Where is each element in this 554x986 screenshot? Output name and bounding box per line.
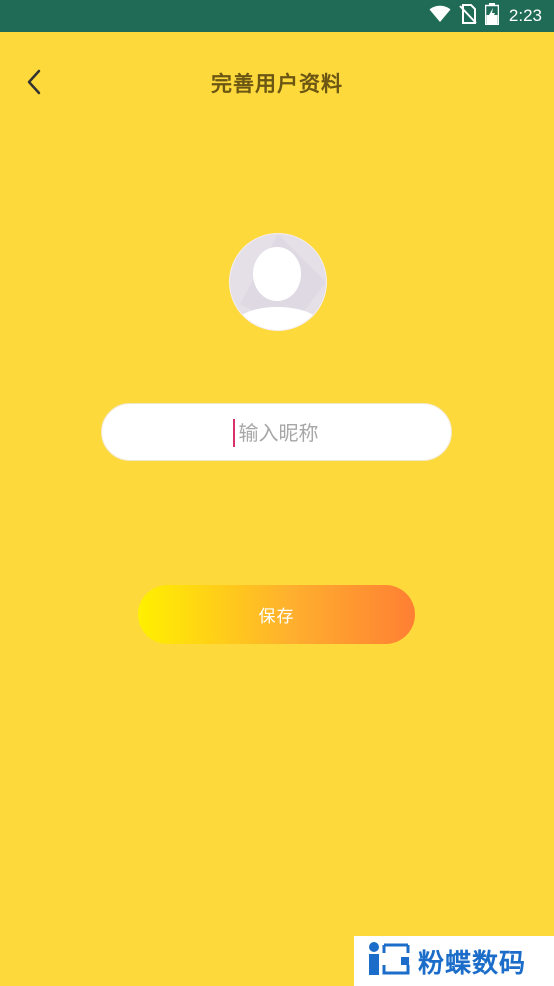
default-avatar-icon	[230, 234, 326, 330]
avatar[interactable]	[229, 233, 327, 331]
battery-charging-icon	[484, 3, 500, 29]
status-time: 2:23	[508, 6, 542, 25]
nickname-field[interactable]	[101, 403, 455, 462]
save-button[interactable]: 保存	[138, 585, 415, 644]
status-bar: 2:23	[0, 0, 554, 32]
nickname-input[interactable]	[102, 404, 455, 462]
watermark-logo-icon	[368, 941, 410, 981]
watermark: 粉蝶数码	[354, 936, 554, 986]
status-icons: 2:23	[429, 3, 542, 29]
app-header: 完善用户资料	[0, 32, 554, 132]
no-sim-icon	[459, 4, 477, 28]
watermark-text: 粉蝶数码	[418, 948, 527, 979]
page-title: 完善用户资料	[211, 72, 343, 96]
text-cursor	[233, 419, 235, 447]
wifi-icon	[429, 5, 451, 27]
